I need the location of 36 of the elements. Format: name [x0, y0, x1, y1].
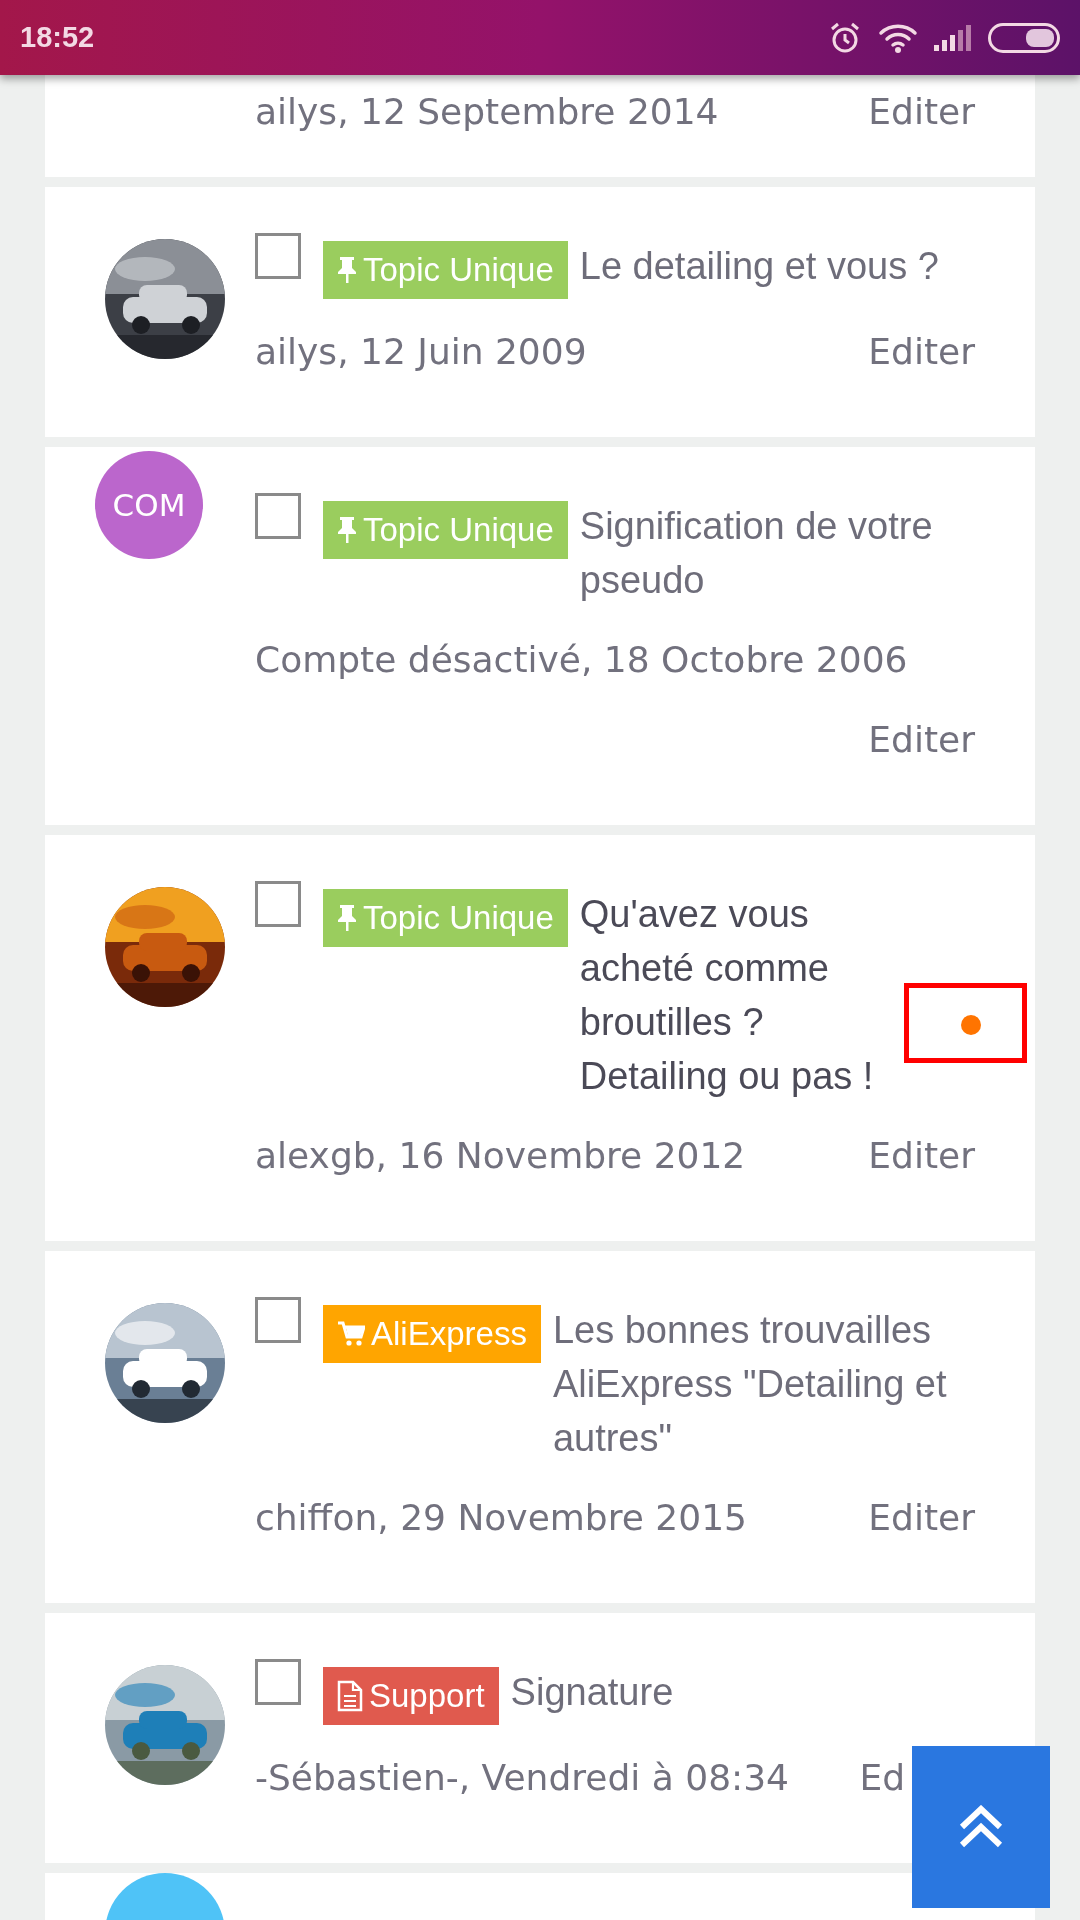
- avatar: COM: [95, 451, 203, 559]
- author-date: ailys, 12 Septembre 2014: [255, 90, 719, 134]
- checkbox[interactable]: [255, 233, 301, 279]
- author-date: Compte désactivé, 18 Octobre 2006: [255, 638, 908, 682]
- scroll-to-top-button[interactable]: [912, 1746, 1050, 1908]
- edit-link[interactable]: Editer: [868, 1491, 975, 1545]
- cart-icon: [337, 1321, 365, 1347]
- topic-title[interactable]: Signification de votre pseudo: [579, 499, 975, 607]
- author-date: -Sébastien-, Vendredi à 08:34: [255, 1756, 789, 1800]
- topic-title[interactable]: Signature: [510, 1665, 975, 1719]
- edit-link[interactable]: Editer: [868, 713, 975, 767]
- status-time: 18:52: [20, 19, 95, 55]
- checkbox[interactable]: [255, 1297, 301, 1343]
- checkbox[interactable]: [255, 493, 301, 539]
- pin-icon: [337, 516, 357, 544]
- edit-link[interactable]: Editer: [868, 1129, 975, 1183]
- signal-icon: [934, 24, 972, 51]
- checkbox[interactable]: [255, 1659, 301, 1705]
- wifi-icon: [878, 22, 918, 53]
- author-date: alexgb, 16 Novembre 2012: [255, 1134, 746, 1178]
- double-chevron-up-icon: [958, 1805, 1004, 1849]
- pin-icon: [337, 256, 357, 284]
- document-icon: [337, 1680, 363, 1712]
- checkbox[interactable]: [255, 881, 301, 927]
- edit-link[interactable]: Editer: [868, 325, 975, 379]
- edit-link[interactable]: Ed: [859, 1751, 905, 1805]
- edit-link[interactable]: Editer: [868, 85, 975, 139]
- alarm-icon: [828, 20, 862, 55]
- topic-title[interactable]: Qu'avez vous acheté comme broutilles ? Detailing ou pas !: [579, 887, 975, 1103]
- author-date: ailys, 12 Juin 2009: [255, 330, 587, 374]
- topic-title[interactable]: Le detailing et vous ?: [579, 239, 975, 293]
- author-date: chiffon, 29 Novembre 2015: [255, 1496, 747, 1540]
- pin-icon: [337, 904, 357, 932]
- topic-tag[interactable]: Support: [323, 1667, 499, 1725]
- topic-title[interactable]: Les bonnes trouvailles AliExpress "Detailing et autres": [552, 1303, 975, 1465]
- battery-icon: [988, 22, 1060, 53]
